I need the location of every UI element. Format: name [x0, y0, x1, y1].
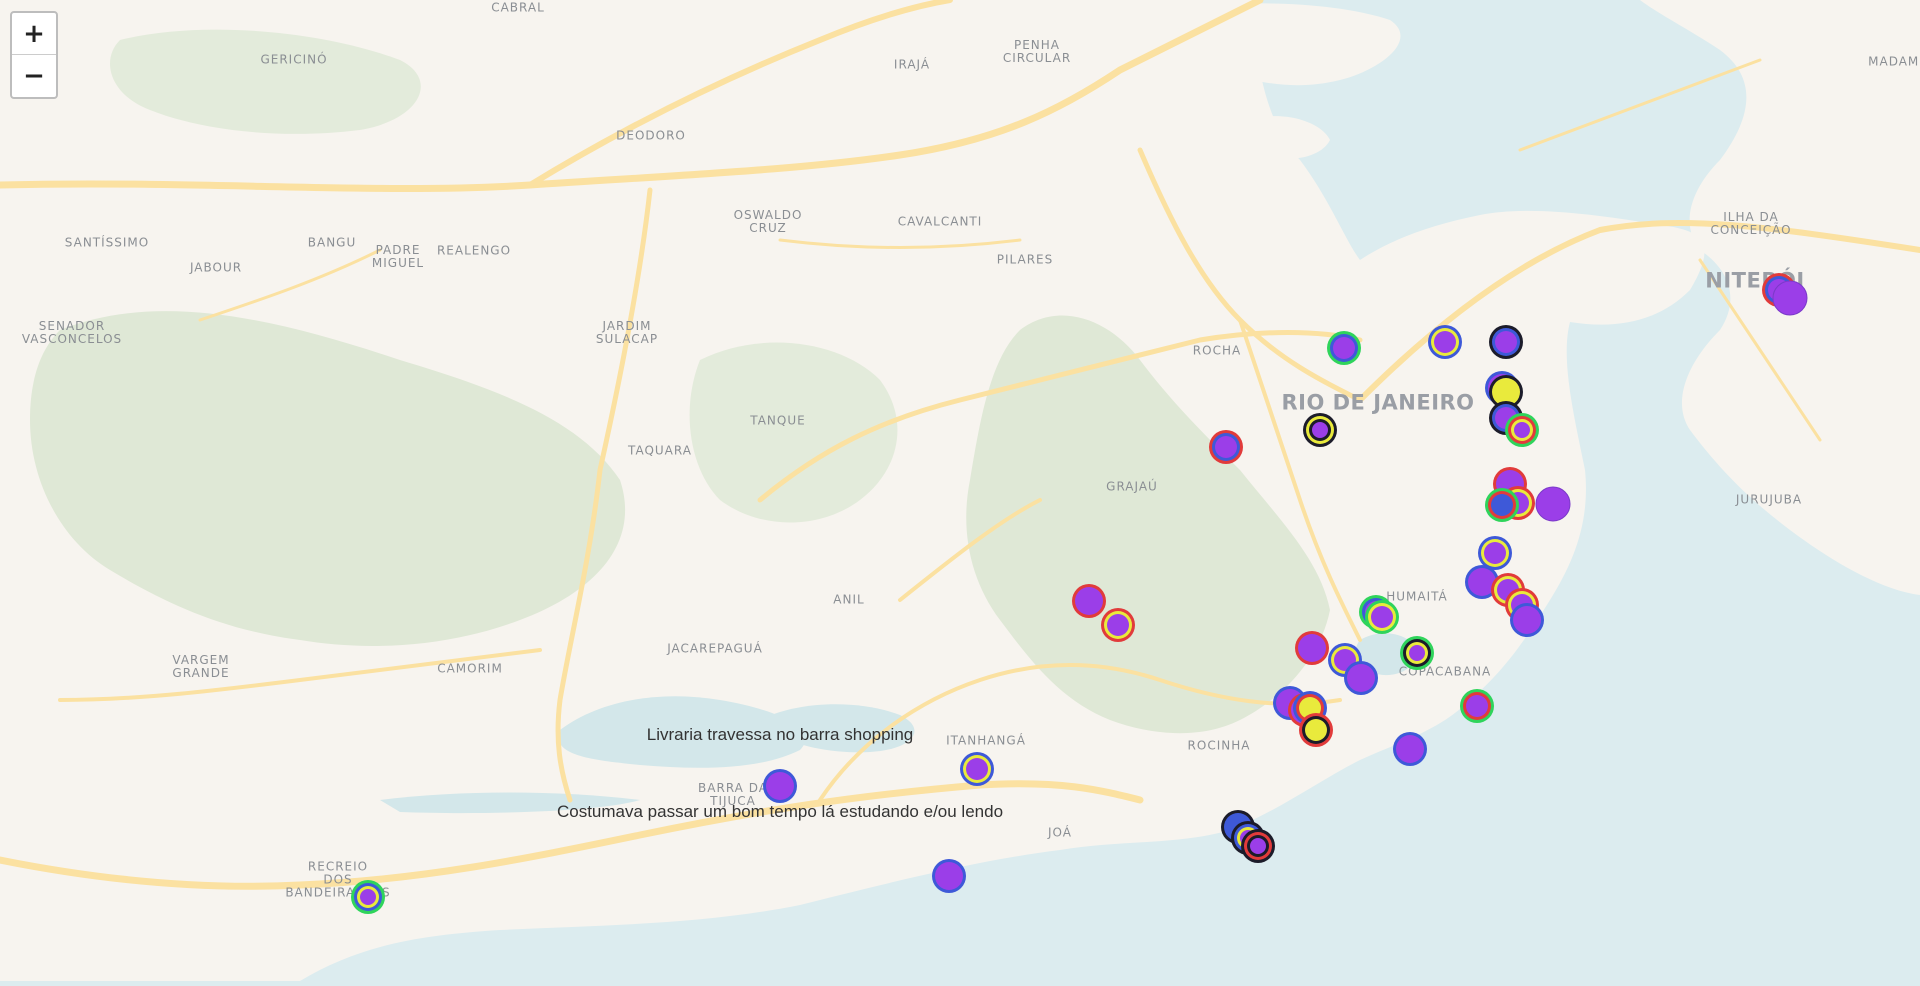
map-marker[interactable]	[351, 880, 385, 914]
map-marker[interactable]	[1478, 536, 1512, 570]
map-marker[interactable]	[1772, 280, 1808, 316]
marker-core	[1466, 695, 1488, 717]
marker-core	[1409, 645, 1425, 661]
marker-core	[1215, 436, 1237, 458]
map-marker[interactable]	[1241, 829, 1275, 863]
map-marker[interactable]	[1400, 636, 1434, 670]
marker-core	[1513, 606, 1541, 634]
marker-core	[1484, 542, 1506, 564]
map-marker[interactable]	[960, 752, 994, 786]
zoom-in-button[interactable]: +	[12, 13, 56, 55]
map-marker[interactable]	[1393, 732, 1427, 766]
marker-ring	[1772, 280, 1808, 316]
map-canvas[interactable]: CABRAL GERICINÓ IRAJÁ PENHA CIRCULAR DEODORO S…	[0, 0, 1920, 981]
marker-ring	[1535, 486, 1571, 522]
zoom-out-button[interactable]: −	[12, 55, 56, 97]
map-marker[interactable]	[1460, 689, 1494, 723]
marker-core	[1075, 587, 1103, 615]
marker-core	[1107, 614, 1129, 636]
zoom-control: + −	[10, 11, 58, 99]
marker-core	[1298, 634, 1326, 662]
marker-core	[966, 758, 988, 780]
marker-core	[1347, 664, 1375, 692]
marker-layer	[351, 273, 1808, 914]
map-marker[interactable]	[1485, 488, 1519, 522]
marker-core	[935, 862, 963, 890]
marker-core	[1514, 422, 1530, 438]
marker-core	[766, 772, 794, 800]
map-marker[interactable]	[1428, 325, 1462, 359]
marker-core	[1333, 337, 1355, 359]
map-marker[interactable]	[1505, 413, 1539, 447]
marker-core	[1434, 331, 1456, 353]
map-marker[interactable]	[1303, 413, 1337, 447]
map-marker[interactable]	[1365, 600, 1399, 634]
marker-core	[1371, 606, 1393, 628]
map-marker[interactable]	[932, 859, 966, 893]
map-marker[interactable]	[1327, 331, 1361, 365]
marker-core	[1396, 735, 1424, 763]
map-marker[interactable]	[1510, 603, 1544, 637]
map-marker[interactable]	[763, 769, 797, 803]
map-marker[interactable]	[1344, 661, 1378, 695]
marker-core	[1312, 422, 1328, 438]
marker-core	[1495, 331, 1517, 353]
marker-core	[1491, 494, 1513, 516]
map-marker[interactable]	[1295, 631, 1329, 665]
map-marker[interactable]	[1489, 325, 1523, 359]
map-marker[interactable]	[1209, 430, 1243, 464]
map-marker[interactable]	[1072, 584, 1106, 618]
marker-core	[1305, 719, 1327, 741]
map-marker[interactable]	[1299, 713, 1333, 747]
marker-core	[360, 889, 376, 905]
map-marker[interactable]	[1535, 486, 1571, 522]
map-marker[interactable]	[1101, 608, 1135, 642]
marker-core	[1250, 838, 1266, 854]
